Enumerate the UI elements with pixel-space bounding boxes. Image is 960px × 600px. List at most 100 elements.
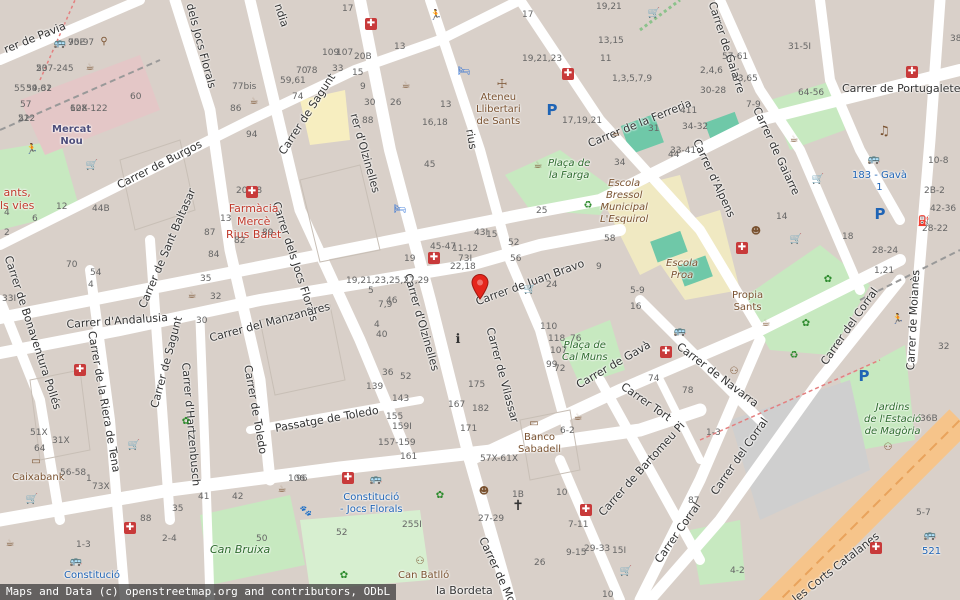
house-number: 45 bbox=[424, 160, 436, 170]
cafe-icon[interactable]: ☕ bbox=[84, 62, 96, 74]
house-number: 12 bbox=[56, 202, 68, 212]
poi-label-banco-sabadell: Banco Sabadell bbox=[518, 432, 562, 455]
house-number: 30 bbox=[196, 316, 208, 326]
bus-stop-icon[interactable]: 🚌 bbox=[70, 556, 82, 568]
house-number: 56-58 bbox=[60, 468, 87, 478]
recycling-icon[interactable]: ♻ bbox=[788, 350, 800, 362]
house-number: 1,21 bbox=[874, 266, 895, 276]
bank-icon[interactable]: ▭ bbox=[528, 418, 540, 430]
shopping-icon[interactable]: 🛒 bbox=[128, 440, 140, 452]
pharmacy-icon[interactable]: ✚ bbox=[562, 68, 574, 80]
shopping-icon[interactable]: 🛒 bbox=[86, 160, 98, 172]
cafe-icon[interactable]: ☕ bbox=[4, 538, 16, 550]
house-number: 16 bbox=[630, 302, 642, 312]
house-number: 31X bbox=[52, 436, 70, 446]
house-number: 10 bbox=[556, 488, 568, 498]
pharmacy-icon[interactable]: ✚ bbox=[246, 186, 258, 198]
bed-icon[interactable]: 🛏 bbox=[458, 66, 471, 78]
map-canvas[interactable]: rer de Pavia dels Jocs Florals ndia Carr… bbox=[0, 0, 960, 600]
shopping-icon[interactable]: 🛒 bbox=[790, 234, 802, 246]
playground-icon[interactable]: ✿ bbox=[822, 274, 834, 286]
pharmacy-icon[interactable]: ✚ bbox=[660, 346, 672, 358]
community-icon[interactable]: ⚇ bbox=[728, 366, 740, 378]
shopping-icon[interactable]: 🛒 bbox=[620, 566, 632, 578]
shopping-icon[interactable]: 🛒 bbox=[648, 8, 660, 20]
cafe-icon[interactable]: ☕ bbox=[788, 134, 800, 146]
bus-stop-icon[interactable]: 🚌 bbox=[924, 530, 936, 542]
cafe-icon[interactable]: ☕ bbox=[572, 412, 584, 424]
pharmacy-icon[interactable]: ✚ bbox=[736, 242, 748, 254]
playground-icon[interactable]: ✿ bbox=[800, 318, 812, 330]
poi-label-ateneu-llibertari: Ateneu Llibertari de Sants bbox=[476, 92, 521, 127]
house-number: 52 bbox=[508, 238, 520, 248]
parking-icon[interactable]: P bbox=[544, 102, 560, 118]
bank-icon[interactable]: ▭ bbox=[30, 456, 42, 468]
cafe-icon[interactable]: ☕ bbox=[532, 160, 544, 172]
bus-stop-icon[interactable]: 🚌 bbox=[868, 154, 880, 166]
music-icon[interactable]: ♫ bbox=[878, 125, 890, 138]
sports-icon[interactable]: 🏃 bbox=[892, 314, 904, 326]
playground-icon[interactable]: ✿ bbox=[180, 416, 192, 428]
church-icon[interactable]: ✝ bbox=[512, 499, 524, 513]
playground-icon[interactable]: ✿ bbox=[434, 490, 446, 502]
pharmacy-icon[interactable]: ✚ bbox=[365, 18, 377, 30]
cafe-icon[interactable]: ☕ bbox=[186, 290, 198, 302]
theatre-icon[interactable]: ☻ bbox=[478, 486, 490, 498]
house-number: 52 bbox=[400, 372, 412, 382]
house-number: 74 bbox=[648, 374, 660, 384]
pharmacy-icon[interactable]: ✚ bbox=[870, 542, 882, 554]
pharmacy-icon[interactable]: ✚ bbox=[74, 364, 86, 376]
bus-stop-icon[interactable]: 🚌 bbox=[54, 38, 66, 50]
house-number: 32 bbox=[938, 342, 950, 352]
playground-icon[interactable]: ✿ bbox=[338, 570, 350, 582]
poi-label-can-bruixa: Can Bruixa bbox=[210, 543, 271, 556]
pharmacy-icon[interactable]: ✚ bbox=[342, 472, 354, 484]
house-number: 55 bbox=[14, 84, 26, 94]
community-icon[interactable]: ⚇ bbox=[414, 556, 426, 568]
toilets-icon[interactable]: ⚲ bbox=[98, 36, 110, 48]
sports-icon[interactable]: 🏃 bbox=[430, 10, 442, 22]
house-number: 41 bbox=[198, 492, 210, 502]
sports-icon[interactable]: 🏃 bbox=[26, 144, 38, 156]
community-centre-icon[interactable]: ☩ bbox=[496, 78, 508, 90]
house-number: 17 bbox=[342, 4, 354, 14]
dog-park-icon[interactable]: 🐾 bbox=[300, 506, 312, 518]
poi-label-placa-de-la-farga: Plaça de la Farga bbox=[548, 158, 591, 181]
bed-icon[interactable]: 🛏 bbox=[394, 204, 407, 216]
house-number: 15 bbox=[352, 68, 364, 78]
theatre-icon[interactable]: ☻ bbox=[750, 226, 762, 238]
cafe-icon[interactable]: ☕ bbox=[248, 96, 260, 108]
cafe-icon[interactable]: ☕ bbox=[610, 128, 622, 140]
map-attribution[interactable]: Maps and Data (c) openstreetmap.org and … bbox=[0, 584, 397, 600]
information-icon[interactable]: ℹ bbox=[452, 333, 464, 346]
house-number: 7-9 bbox=[746, 100, 761, 110]
poi-label-escola-proa: Escola Proa bbox=[666, 258, 699, 281]
shopping-icon[interactable]: 🛒 bbox=[812, 174, 824, 186]
pharmacy-icon[interactable]: ✚ bbox=[428, 252, 440, 264]
shopping-icon[interactable]: 🛒 bbox=[26, 494, 38, 506]
house-number: 45-47 bbox=[430, 242, 457, 252]
fuel-icon[interactable]: ⛽ bbox=[918, 216, 930, 228]
house-number: 255I bbox=[402, 520, 422, 530]
cafe-icon[interactable]: ☕ bbox=[276, 484, 288, 496]
cafe-icon[interactable]: ☕ bbox=[400, 80, 412, 92]
pharmacy-icon[interactable]: ✚ bbox=[124, 522, 136, 534]
street-label-la-bordeta: la Bordeta bbox=[436, 584, 493, 597]
cafe-icon[interactable]: ☕ bbox=[760, 318, 772, 330]
house-number: 1 bbox=[86, 474, 92, 484]
house-number: 7-11 bbox=[568, 520, 589, 530]
bus-stop-icon[interactable]: 🚌 bbox=[370, 474, 382, 486]
house-number: 29-33 bbox=[584, 544, 611, 554]
recycling-icon[interactable]: ♻ bbox=[582, 200, 594, 212]
parking-icon[interactable]: P bbox=[856, 368, 872, 384]
community-icon[interactable]: ⚇ bbox=[882, 442, 894, 454]
bus-stop-icon[interactable]: 🚌 bbox=[674, 326, 686, 338]
pharmacy-icon[interactable]: ✚ bbox=[580, 504, 592, 516]
house-number: 33 bbox=[332, 64, 344, 74]
pharmacy-icon[interactable]: ✚ bbox=[906, 66, 918, 78]
house-number: 57-61 bbox=[722, 52, 749, 62]
location-marker-pin[interactable] bbox=[471, 274, 489, 300]
parking-icon[interactable]: P bbox=[872, 206, 888, 222]
poi-label-bus-183-gava: 183 - Gavà 1 bbox=[852, 170, 907, 193]
shopping-icon[interactable]: 🛒 bbox=[524, 284, 536, 296]
